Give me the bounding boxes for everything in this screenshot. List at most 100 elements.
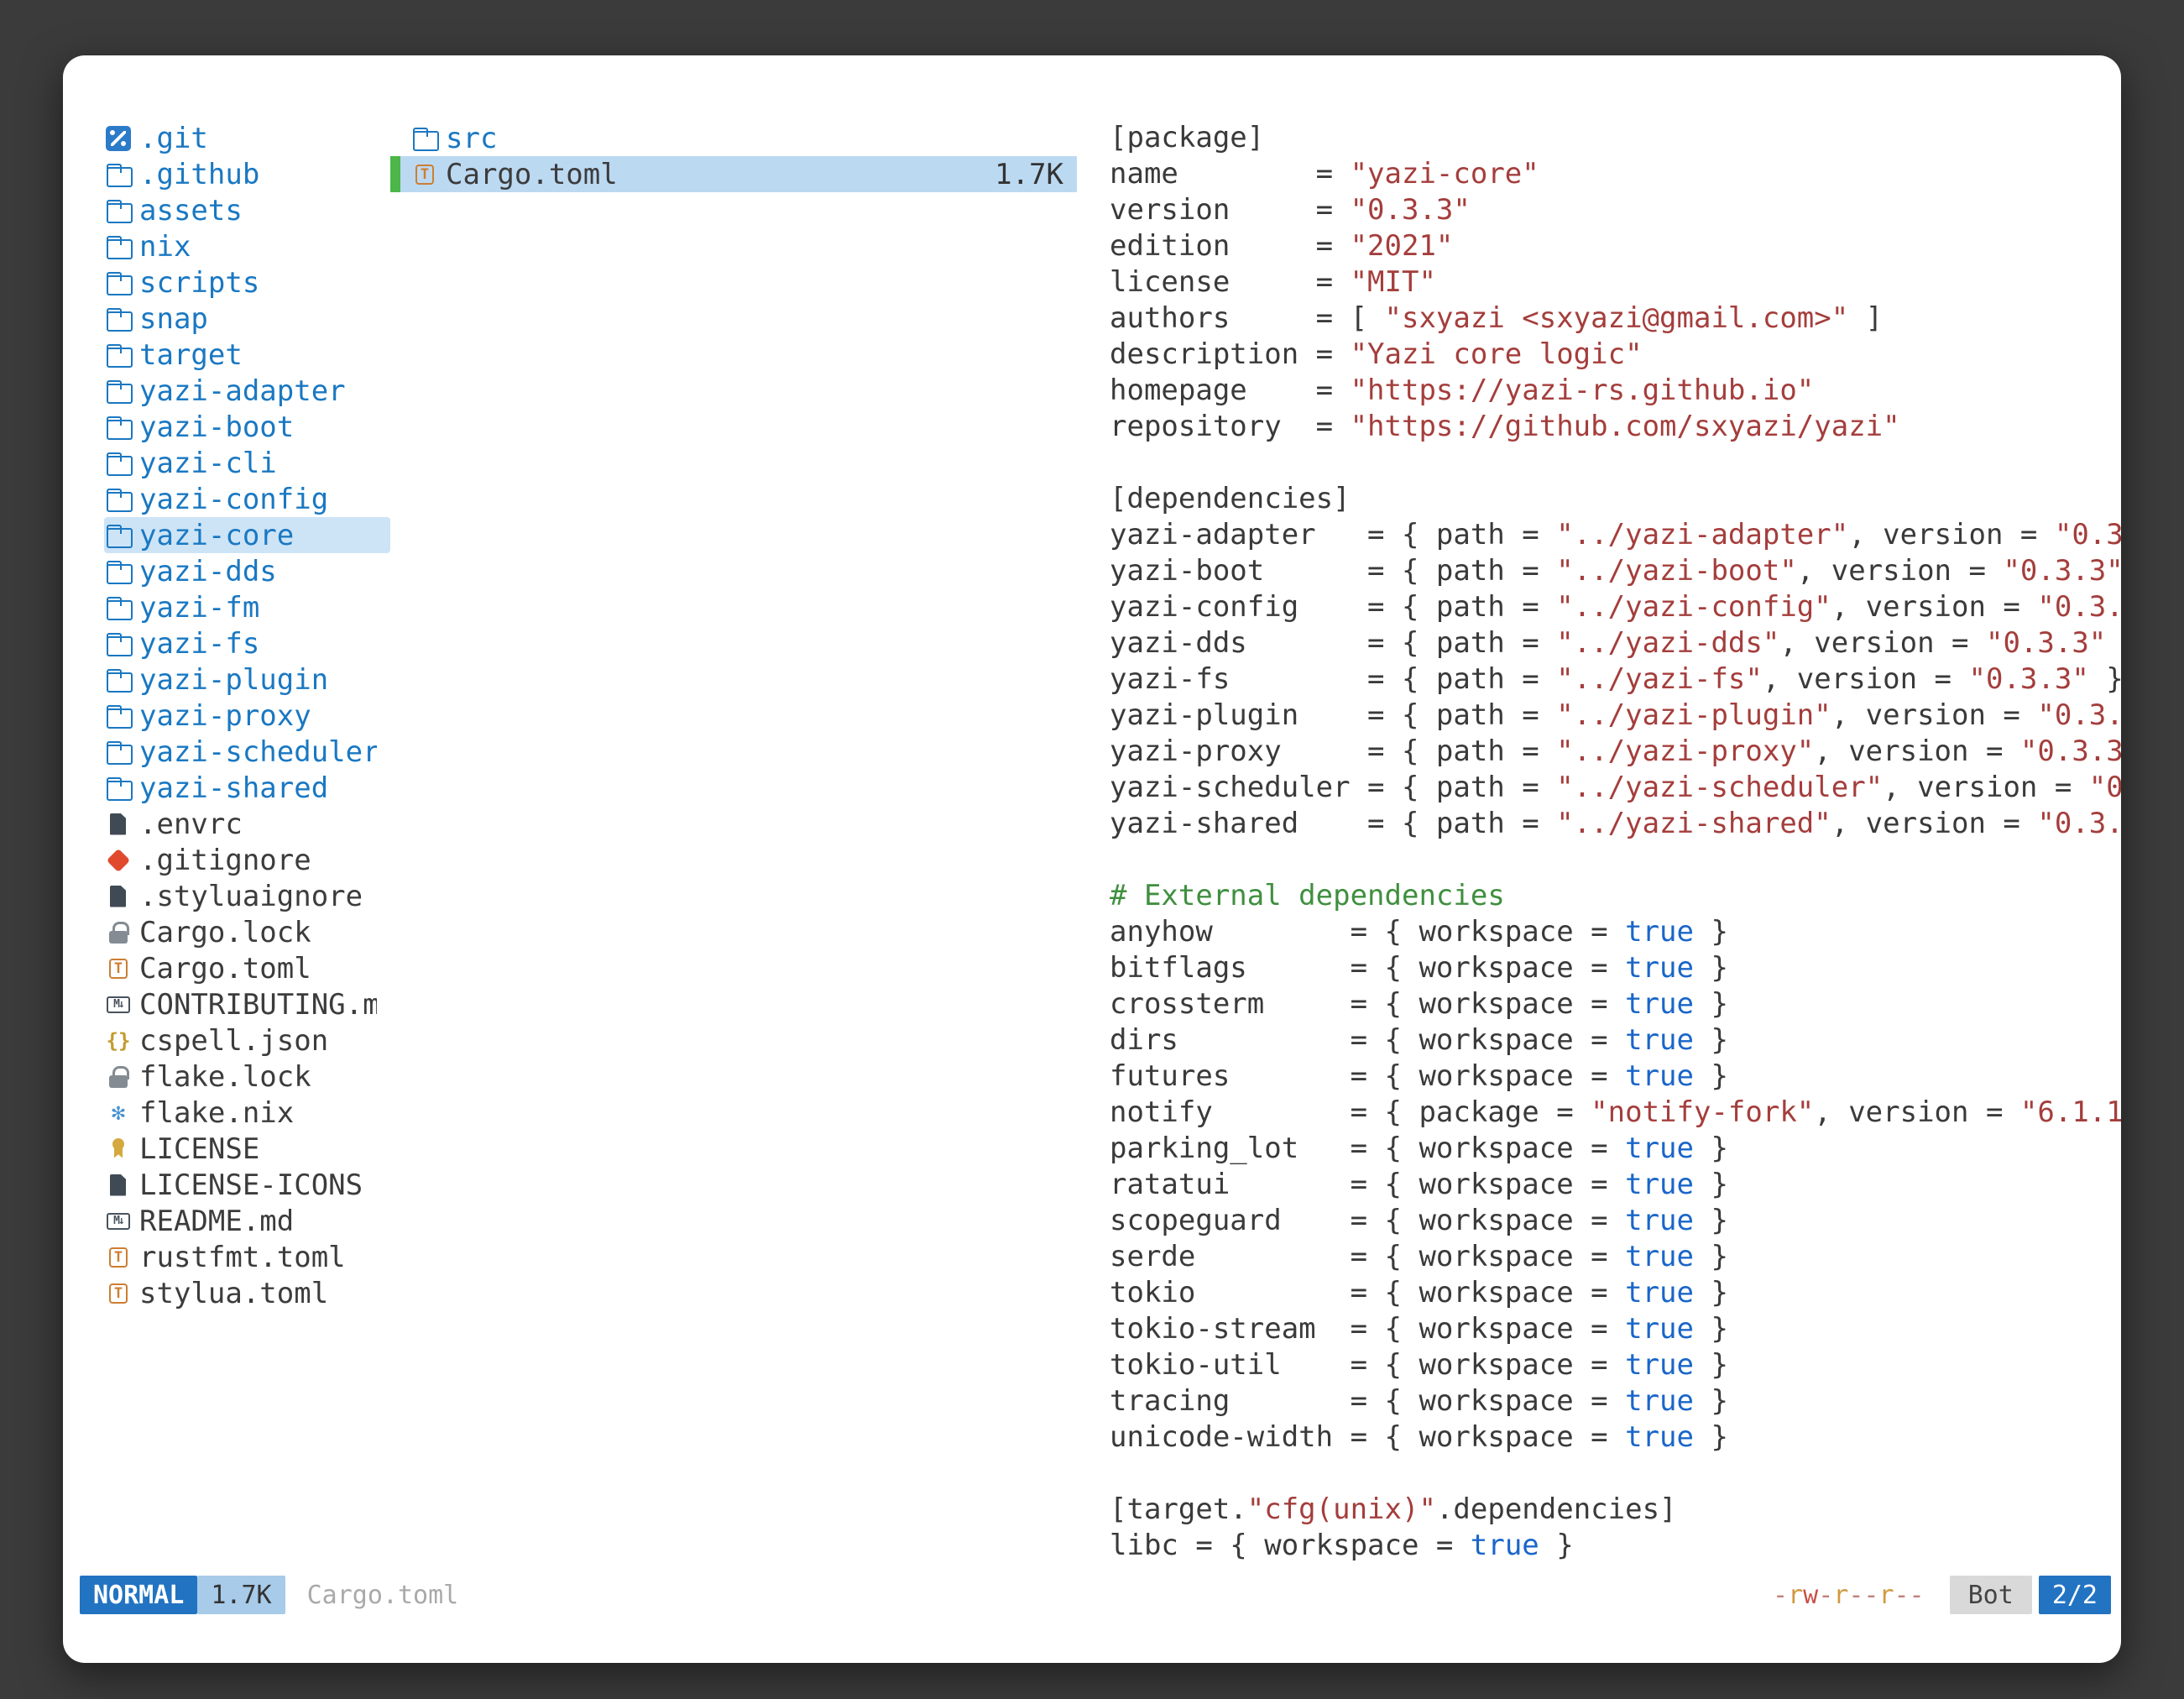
file-row[interactable]: flake.lock [104,1059,390,1095]
lock-icon [106,1064,131,1090]
status-filename: Cargo.toml [307,1576,459,1614]
code-token: "6.1.1" [2020,1095,2121,1129]
code-token: "0.3.3" [2037,807,2121,840]
code-line: [target."cfg(unix)".dependencies] [1110,1492,2121,1528]
preview-pane[interactable]: [package]name = "yazi-core"version = "0.… [1110,120,2121,1576]
license-icon [106,1137,131,1162]
file-row[interactable]: Cargo.toml 1.7K [390,156,1077,192]
code-token: description = [1110,337,1351,371]
file-name: rustfmt.toml [139,1241,346,1274]
code-token: scopeguard = { workspace = [1110,1204,1625,1237]
file-row[interactable]: yazi-plugin [104,661,390,698]
code-line: homepage = "https://yazi-rs.github.io" [1110,373,2121,409]
file-row[interactable]: yazi-proxy [104,698,390,734]
code-token: true [1625,1348,1694,1382]
file-row[interactable]: yazi-cli [104,445,390,481]
file-row[interactable]: .git [104,120,390,156]
lock-icon [106,920,131,945]
code-token: "0.3.3" [1351,193,1471,227]
file-row[interactable]: target [104,337,390,373]
file-row[interactable]: flake.nix [104,1095,390,1131]
code-line: repository = "https://github.com/sxyazi/… [1110,409,2121,445]
code-line: notify = { package = "notify-fork", vers… [1110,1095,2121,1131]
file-name: .styluaignore [139,880,363,913]
file-name: .envrc [139,808,243,841]
file-row[interactable]: yazi-core [104,517,390,553]
file-name: Cargo.toml [139,952,311,985]
file-row[interactable]: yazi-adapter [104,373,390,409]
file-name: yazi-shared [139,771,328,805]
code-token: crossterm = { workspace = [1110,987,1625,1021]
code-token: } [1694,1059,1728,1093]
file-row[interactable]: README.md [104,1203,390,1239]
code-line: edition = "2021" [1110,228,2121,264]
file-row[interactable]: yazi-shared [104,770,390,806]
file-row[interactable]: yazi-scheduler [104,734,390,770]
file-row[interactable]: CONTRIBUTING.md [104,986,390,1022]
file-row[interactable]: src [390,120,1077,156]
code-line: # External dependencies [1110,878,2121,914]
folder-icon [106,776,131,801]
file-name: cspell.json [139,1024,328,1058]
code-token: true [1625,1023,1694,1057]
file-row[interactable]: Cargo.lock [104,914,390,950]
code-token: yazi-plugin = { path = [1110,698,1556,732]
file-row[interactable]: yazi-config [104,481,390,517]
file-name: flake.nix [139,1096,294,1130]
file-name: src [446,122,497,155]
code-token: "0.3.3" [2003,554,2121,588]
perm-char: w [1803,1581,1818,1610]
code-token: dirs = { workspace = [1110,1023,1625,1057]
file-name: CONTRIBUTING.md [139,988,377,1022]
file-row[interactable]: LICENSE-ICONS [104,1167,390,1203]
folder-icon [106,523,131,548]
file-row[interactable]: .envrc [104,806,390,842]
folder-icon [106,234,131,259]
toml-icon [412,162,437,187]
code-token: "../yazi-adapter" [1556,518,1848,552]
file-row[interactable]: yazi-boot [104,409,390,445]
file-icon [106,884,131,909]
file-row[interactable]: stylua.toml [104,1275,390,1311]
file-row[interactable]: Cargo.toml [104,950,390,986]
file-name: yazi-core [139,519,294,552]
file-row[interactable]: LICENSE [104,1131,390,1167]
folder-icon [106,559,131,584]
file-row[interactable]: yazi-dds [104,553,390,589]
file-row[interactable]: rustfmt.toml [104,1239,390,1275]
folder-icon [106,451,131,476]
code-line: serde = { workspace = true } [1110,1239,2121,1275]
code-token: "cfg(unix)" [1247,1493,1436,1526]
file-row[interactable]: assets [104,192,390,228]
toml-icon [106,1281,131,1306]
file-row[interactable]: yazi-fm [104,589,390,625]
file-row[interactable]: .github [104,156,390,192]
code-token: true [1625,987,1694,1021]
file-row[interactable]: cspell.json [104,1022,390,1059]
code-line [1110,1456,2121,1492]
code-token: authors = [ [1110,301,1385,335]
code-token: "../yazi-dds" [1556,626,1779,660]
code-token: } [1694,1384,1728,1418]
code-line: [package] [1110,120,2121,156]
code-token: "../yazi-fs" [1556,662,1763,696]
code-token: [target. [1110,1493,1247,1526]
code-token: , version = [1883,771,2089,804]
code-token: "../yazi-boot" [1556,554,1797,588]
markdown-icon [106,1209,131,1234]
file-row[interactable]: .gitignore [104,842,390,878]
code-token: futures = { workspace = [1110,1059,1625,1093]
code-token: "0.3.3" [2037,590,2121,624]
code-token: , version = [1848,518,2055,552]
code-token: } [1694,1168,1728,1201]
file-row[interactable]: scripts [104,264,390,301]
perm-char: -- [1848,1581,1878,1610]
code-token: tokio-stream = { workspace = [1110,1312,1625,1346]
file-name: yazi-plugin [139,663,328,697]
file-row[interactable]: yazi-fs [104,625,390,661]
file-row[interactable]: .styluaignore [104,878,390,914]
hover-indicator [390,156,400,192]
file-row[interactable]: snap [104,301,390,337]
file-row[interactable]: nix [104,228,390,264]
code-line: scopeguard = { workspace = true } [1110,1203,2121,1239]
